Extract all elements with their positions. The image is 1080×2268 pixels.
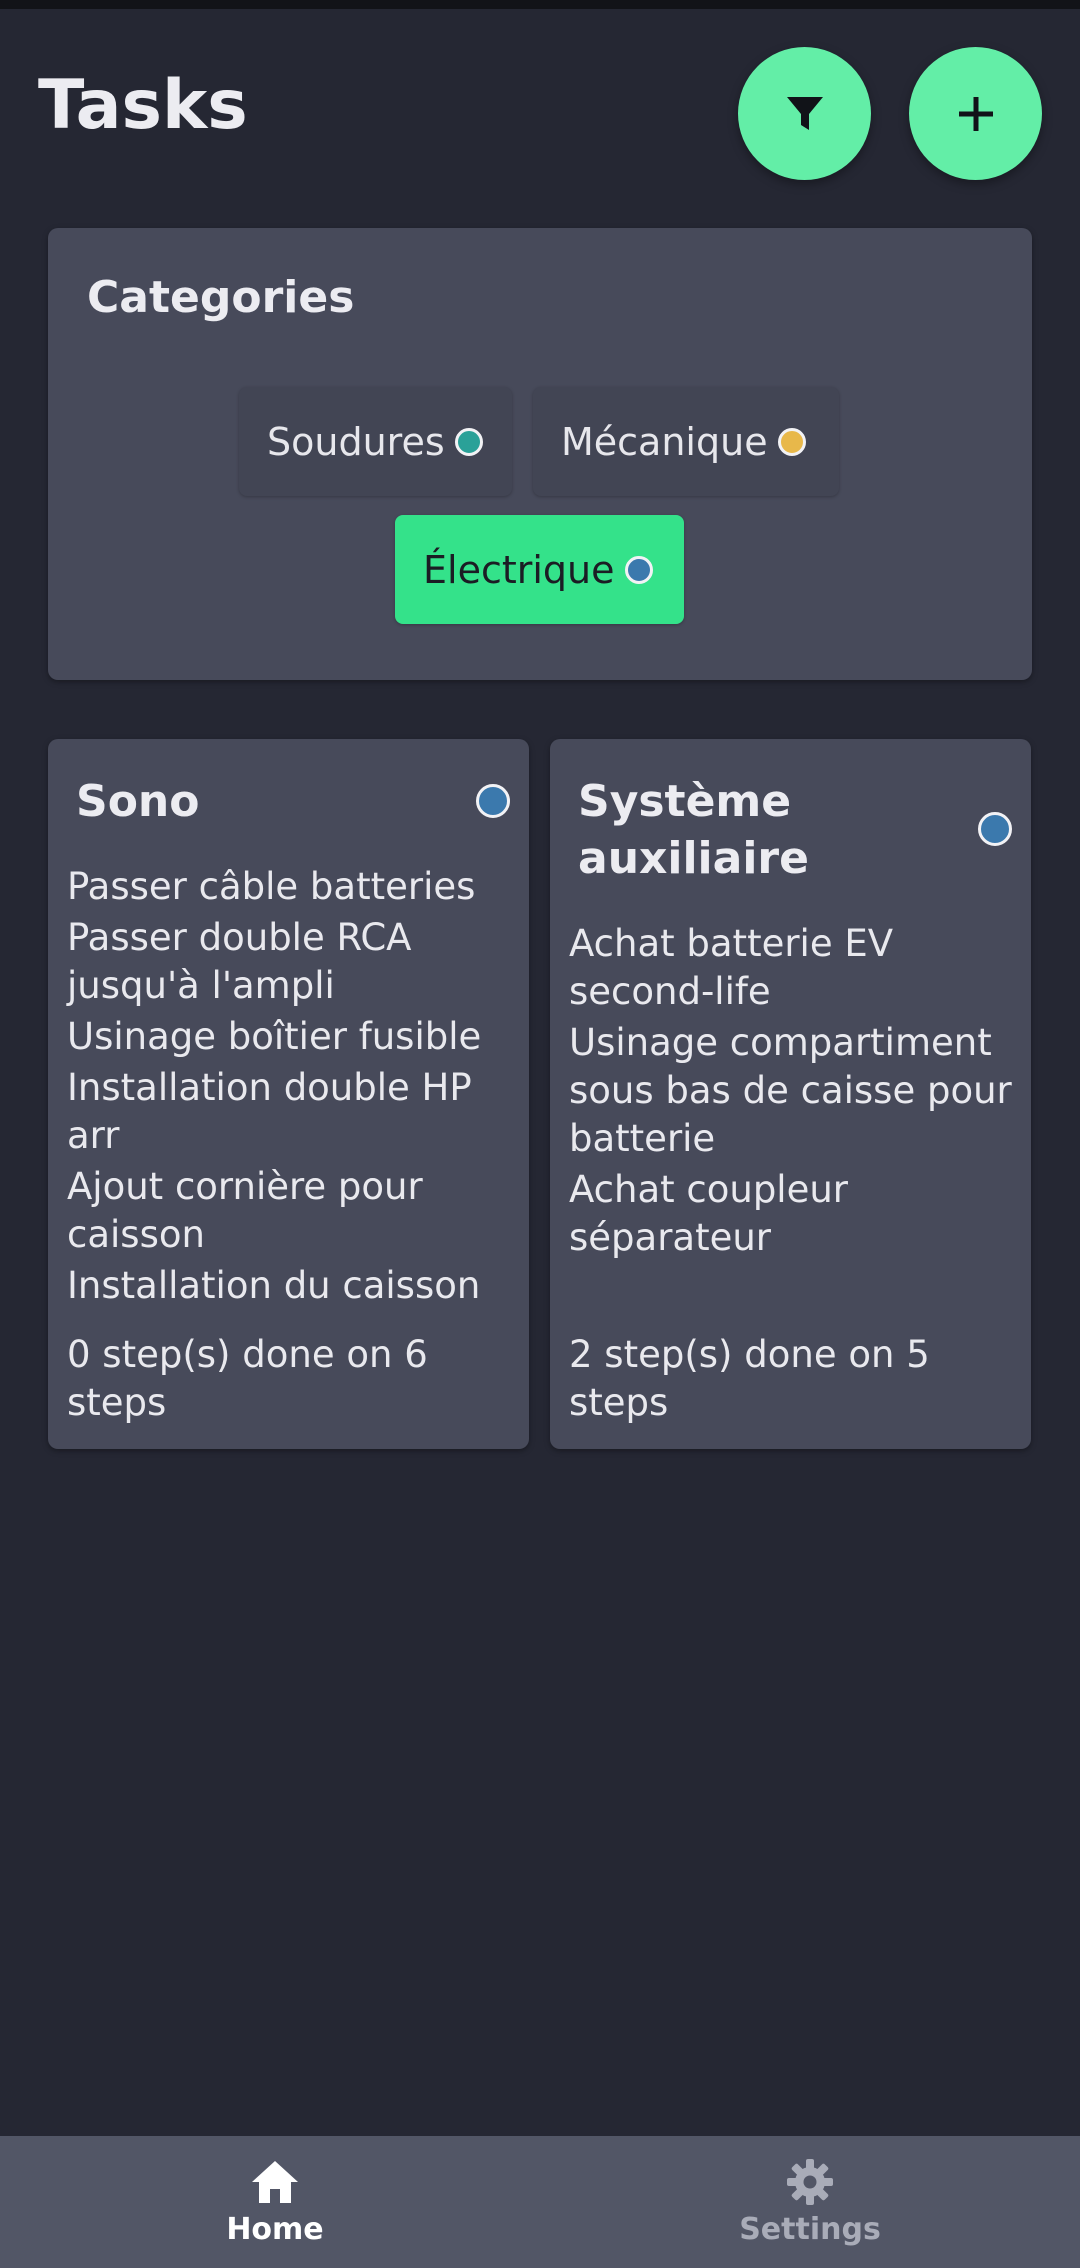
add-task-button[interactable] bbox=[909, 47, 1042, 180]
task-steps-list: Achat batterie EV second-life Usinage co… bbox=[569, 920, 1019, 1265]
category-color-dot bbox=[624, 555, 653, 584]
task-step: Installation du caisson bbox=[67, 1264, 481, 1307]
categories-title: Categories bbox=[87, 272, 355, 323]
task-steps-list: Passer câble batteries Passer double RCA… bbox=[67, 863, 517, 1313]
nav-item-settings[interactable]: Settings bbox=[540, 2136, 1080, 2268]
task-step: Achat batterie EV second-life bbox=[569, 922, 894, 1013]
nav-item-home[interactable]: Home bbox=[5, 2136, 545, 2268]
home-icon bbox=[252, 2161, 298, 2203]
plus-icon bbox=[958, 96, 993, 131]
task-progress-text: 2 step(s) done on 5 steps bbox=[569, 1333, 930, 1424]
task-step: Installation double HP arr bbox=[67, 1066, 472, 1157]
category-chip-mecanique[interactable]: Mécanique bbox=[533, 387, 839, 496]
category-color-dot bbox=[454, 427, 483, 456]
category-chip-label: Mécanique bbox=[561, 419, 768, 464]
categories-panel: Categories Soudures Mécanique Électrique bbox=[48, 228, 1032, 680]
task-card-systeme-auxiliaire[interactable]: Système auxiliaire Achat batterie EV sec… bbox=[550, 739, 1031, 1449]
category-chip-label: Électrique bbox=[423, 547, 615, 592]
nav-item-label: Home bbox=[226, 2212, 324, 2247]
task-card-title: Sono bbox=[76, 776, 200, 827]
task-step: Achat coupleur séparateur bbox=[569, 1168, 849, 1259]
bottom-navigation: Home Settings bbox=[0, 2136, 1080, 2268]
task-step: Usinage boîtier fusible bbox=[67, 1015, 482, 1058]
category-chip-label: Soudures bbox=[267, 419, 445, 464]
category-color-dot bbox=[777, 427, 806, 456]
filter-icon bbox=[786, 96, 823, 130]
page-title: Tasks bbox=[38, 66, 248, 145]
category-chip-electrique[interactable]: Électrique bbox=[395, 515, 684, 624]
task-step: Passer double RCA jusqu'à l'ampli bbox=[67, 916, 412, 1007]
status-bar-strip bbox=[0, 0, 1080, 9]
filter-button[interactable] bbox=[738, 47, 871, 180]
nav-item-label: Settings bbox=[739, 2212, 881, 2247]
task-step: Ajout cornière pour caisson bbox=[67, 1165, 423, 1256]
task-step: Usinage compartiment sous bas de caisse … bbox=[569, 1021, 1012, 1160]
task-progress-text: 0 step(s) done on 6 steps bbox=[67, 1333, 428, 1424]
task-card-sono[interactable]: Sono Passer câble batteries Passer doubl… bbox=[48, 739, 529, 1449]
task-category-dot bbox=[476, 784, 510, 818]
task-step: Passer câble batteries bbox=[67, 865, 476, 908]
gear-icon bbox=[787, 2159, 833, 2205]
task-category-dot bbox=[978, 812, 1012, 846]
category-chip-soudures[interactable]: Soudures bbox=[239, 387, 512, 496]
task-card-title: Système auxiliaire bbox=[578, 776, 809, 884]
